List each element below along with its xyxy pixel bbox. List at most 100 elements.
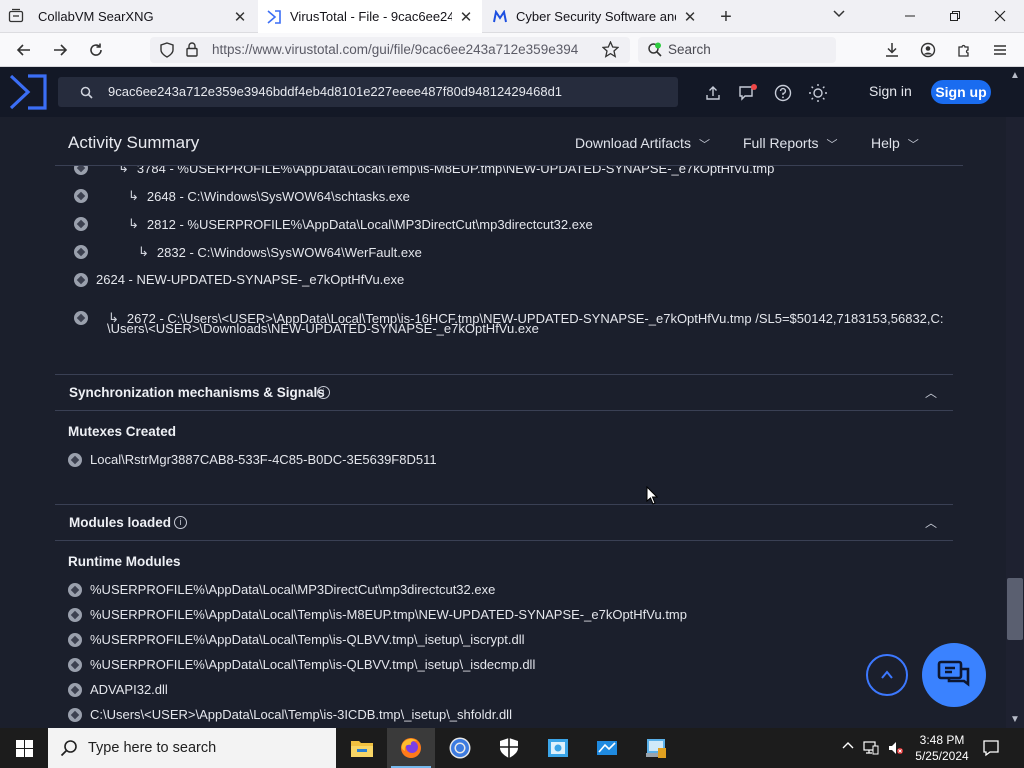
search-bar-placeholder[interactable]: Search bbox=[668, 42, 711, 57]
chevron-down-icon[interactable] bbox=[832, 6, 846, 23]
sync-section-header[interactable]: Synchronization mechanisms & Signals i ︿ bbox=[55, 374, 953, 411]
module-label: C:\Users\<USER>\AppData\Local\Temp\is-3I… bbox=[90, 707, 512, 722]
chevron-down-icon: ﹀ bbox=[698, 139, 710, 151]
notifications-icon[interactable] bbox=[737, 82, 759, 104]
windows-taskbar: Type here to search 3:48 PM 5/25/2024 bbox=[0, 728, 1024, 768]
taskbar-search-placeholder[interactable]: Type here to search bbox=[88, 740, 216, 756]
child-arrow-icon: ↳ bbox=[128, 216, 139, 231]
module-icon bbox=[68, 632, 82, 647]
tab-collabvm-searxng[interactable]: CollabVM SearXNG ✕ bbox=[30, 0, 256, 33]
module-label: %USERPROFILE%\AppData\Local\Temp\is-QLBV… bbox=[90, 657, 536, 672]
navigation-bar: https://www.virustotal.com/gui/file/9cac… bbox=[0, 33, 1024, 67]
module-icon bbox=[68, 607, 82, 622]
windows-start-button[interactable] bbox=[0, 728, 48, 768]
module-item: %USERPROFILE%\AppData\Local\Temp\is-QLBV… bbox=[68, 632, 524, 647]
tab-list-icon[interactable] bbox=[8, 8, 24, 24]
process-tree-item: ↳ 2832 - C:\Windows\SysWOW64\WerFault.ex… bbox=[74, 244, 422, 260]
upload-icon[interactable] bbox=[702, 82, 724, 104]
tab-title: Cyber Security Software and Ant bbox=[516, 9, 676, 24]
process-icon bbox=[74, 311, 88, 325]
scroll-down-arrow-icon[interactable]: ▼ bbox=[1009, 714, 1021, 726]
sign-up-button[interactable]: Sign up bbox=[931, 80, 991, 104]
vt-search-box[interactable]: 9cac6ee243a712e359e3946bddf4eb4d8101e227… bbox=[58, 77, 678, 107]
help-menu-label: Help bbox=[871, 135, 900, 151]
virustotal-logo-icon[interactable] bbox=[8, 73, 48, 111]
sign-in-link[interactable]: Sign in bbox=[869, 83, 912, 99]
process-tree-item-continued: \Users\<USER>\Downloads\NEW-UPDATED-SYNA… bbox=[107, 321, 539, 336]
remote-desktop-taskbar-icon[interactable] bbox=[583, 728, 631, 768]
chevron-down-icon: ﹀ bbox=[826, 139, 838, 151]
url-text[interactable]: https://www.virustotal.com/gui/file/9cac… bbox=[212, 42, 592, 57]
mutex-icon bbox=[68, 452, 82, 467]
module-label: %USERPROFILE%\AppData\Local\Temp\is-QLBV… bbox=[90, 632, 525, 647]
module-item: C:\Users\<USER>\AppData\Local\Temp\is-3I… bbox=[68, 707, 512, 722]
back-arrow-icon[interactable] bbox=[14, 40, 34, 60]
scroll-up-arrow-icon[interactable]: ▲ bbox=[1009, 70, 1021, 82]
help-icon[interactable] bbox=[772, 82, 794, 104]
download-artifacts-menu[interactable]: Download Artifacts ﹀ bbox=[575, 135, 710, 152]
url-bar[interactable]: https://www.virustotal.com/gui/file/9cac… bbox=[150, 37, 630, 63]
system-clock[interactable]: 3:48 PM 5/25/2024 bbox=[912, 732, 972, 764]
chevron-up-icon[interactable]: ︿ bbox=[925, 514, 937, 531]
report-content: ↳ 3784 - %USERPROFILE%\AppData\Local\Tem… bbox=[0, 117, 1006, 728]
chevron-up-icon[interactable]: ︿ bbox=[925, 384, 937, 401]
vt-search-input[interactable]: 9cac6ee243a712e359e3946bddf4eb4d8101e227… bbox=[108, 84, 562, 99]
control-panel-taskbar-icon[interactable] bbox=[632, 728, 680, 768]
close-icon[interactable]: ✕ bbox=[682, 8, 698, 26]
hamburger-menu-icon[interactable] bbox=[990, 40, 1010, 60]
activity-summary-bar: Activity Summary Download Artifacts ﹀ Ful… bbox=[55, 117, 963, 166]
process-tree-item: ↳ 2648 - C:\Windows\SysWOW64\schtasks.ex… bbox=[74, 188, 410, 204]
process-tree-item: ↳ 2812 - %USERPROFILE%\AppData\Local\MP3… bbox=[74, 216, 593, 232]
volume-muted-icon[interactable] bbox=[887, 740, 903, 756]
windows-security-taskbar-icon[interactable] bbox=[485, 728, 533, 768]
forward-arrow-icon[interactable] bbox=[50, 40, 70, 60]
search-engine-icon bbox=[647, 42, 663, 63]
module-item: %USERPROFILE%\AppData\Local\Temp\is-QLBV… bbox=[68, 657, 535, 672]
browser-tab-bar: CollabVM SearXNG ✕ VirusTotal - File - 9… bbox=[0, 0, 1024, 33]
info-icon[interactable]: i bbox=[174, 516, 187, 529]
tab-virustotal[interactable]: VirusTotal - File - 9cac6ee243a71 ✕ bbox=[258, 0, 482, 33]
firefox-taskbar-icon[interactable] bbox=[387, 728, 435, 768]
close-icon[interactable]: ✕ bbox=[458, 8, 474, 26]
action-center-notifications-icon[interactable] bbox=[982, 739, 1000, 757]
module-item: ADVAPI32.dll bbox=[68, 682, 168, 697]
chevron-down-icon: ﹀ bbox=[907, 139, 919, 151]
scroll-to-top-button[interactable] bbox=[866, 654, 908, 696]
full-reports-menu[interactable]: Full Reports ﹀ bbox=[743, 135, 837, 152]
theme-toggle-sun-icon[interactable] bbox=[807, 82, 829, 104]
process-icon bbox=[74, 272, 88, 287]
bookmark-star-icon[interactable] bbox=[601, 40, 620, 63]
show-hidden-icons-chevron-icon[interactable] bbox=[840, 740, 856, 756]
file-explorer-taskbar-icon[interactable] bbox=[338, 728, 386, 768]
account-icon[interactable] bbox=[918, 40, 938, 60]
search-bar[interactable]: Search bbox=[638, 37, 836, 63]
chrome-style-taskbar-icon[interactable] bbox=[436, 728, 484, 768]
tab-cyber-security[interactable]: Cyber Security Software and Ant ✕ bbox=[484, 0, 706, 33]
runtime-modules-title: Runtime Modules bbox=[68, 554, 181, 569]
screen: CollabVM SearXNG ✕ VirusTotal - File - 9… bbox=[0, 0, 1024, 768]
mail-app-taskbar-icon[interactable] bbox=[534, 728, 582, 768]
reload-icon[interactable] bbox=[86, 40, 106, 60]
module-label: %USERPROFILE%\AppData\Local\MP3DirectCut… bbox=[90, 582, 496, 597]
close-window-icon[interactable] bbox=[988, 4, 1012, 28]
lock-icon[interactable] bbox=[186, 42, 198, 62]
chat-support-button[interactable] bbox=[922, 643, 986, 707]
minimize-icon[interactable] bbox=[898, 4, 922, 28]
process-label: 2624 - NEW-UPDATED-SYNAPSE-_e7kOptHfVu.e… bbox=[96, 272, 405, 287]
info-icon[interactable]: i bbox=[317, 386, 330, 399]
downloads-icon[interactable] bbox=[882, 40, 902, 60]
taskbar-search-box[interactable]: Type here to search bbox=[48, 728, 336, 768]
help-menu[interactable]: Help ﹀ bbox=[871, 135, 919, 152]
new-tab-icon[interactable]: + bbox=[716, 6, 736, 29]
tab-title: VirusTotal - File - 9cac6ee243a71 bbox=[290, 9, 452, 24]
restore-icon[interactable] bbox=[943, 4, 967, 28]
process-icon bbox=[74, 189, 88, 203]
scrollbar-thumb[interactable] bbox=[1007, 578, 1023, 640]
tracking-protection-shield-icon[interactable] bbox=[160, 42, 174, 63]
close-icon[interactable]: ✕ bbox=[232, 8, 248, 26]
modules-section-header[interactable]: Modules loaded i ︿ bbox=[55, 504, 953, 541]
child-arrow-icon: ↳ bbox=[138, 244, 149, 259]
module-icon bbox=[68, 657, 82, 672]
network-icon[interactable] bbox=[863, 740, 879, 756]
extensions-icon[interactable] bbox=[954, 40, 974, 60]
